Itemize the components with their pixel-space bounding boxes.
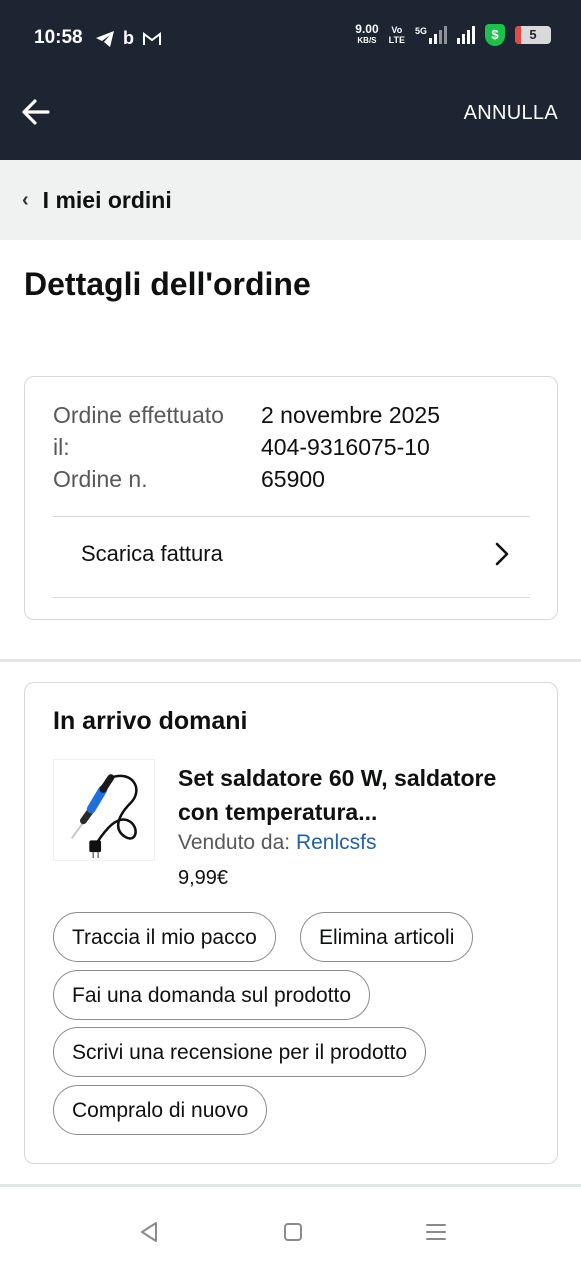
menu-lines-icon[interactable] bbox=[421, 1217, 451, 1247]
battery-icon: 5 bbox=[515, 26, 551, 44]
ask-question-button[interactable]: Fai una domanda sul prodotto bbox=[53, 970, 371, 1020]
product-image[interactable] bbox=[53, 759, 155, 861]
cancel-button[interactable]: ANNULLA bbox=[464, 102, 558, 125]
order-info-values: 2 novembre 2025 404-9316075-1065900 bbox=[261, 399, 521, 495]
delivery-status: In arrivo domani bbox=[53, 707, 248, 735]
order-number-value: 404-9316075-1065900 bbox=[261, 434, 430, 492]
product-price: 9,99€ bbox=[178, 867, 229, 889]
b-icon: b bbox=[123, 28, 134, 48]
telegram-icon bbox=[96, 30, 114, 47]
chevron-left-icon: ‹ bbox=[22, 188, 29, 211]
net-speed-value: 9.00 bbox=[355, 22, 379, 36]
order-date-value: 2 novembre 2025 bbox=[261, 402, 441, 428]
divider bbox=[53, 597, 530, 598]
download-invoice-row[interactable]: Scarica fattura bbox=[53, 517, 530, 597]
back-triangle-icon[interactable] bbox=[134, 1217, 164, 1247]
track-package-button[interactable]: Traccia il mio pacco bbox=[53, 912, 276, 962]
seller-info: Venduto da: Renlcsfs bbox=[178, 831, 376, 855]
status-bar: 10:58 b 9.00 KB/S Vo LTE 5G $ 5 bbox=[0, 0, 581, 76]
breadcrumb[interactable]: ‹ I miei ordini bbox=[0, 160, 581, 240]
volte-indicator: Vo LTE bbox=[389, 25, 405, 45]
download-invoice-label: Scarica fattura bbox=[81, 541, 223, 566]
breadcrumb-label: I miei ordini bbox=[42, 186, 172, 213]
signal-icon bbox=[457, 26, 475, 44]
status-time: 10:58 bbox=[34, 27, 83, 48]
volte-bottom: LTE bbox=[388, 35, 405, 45]
home-square-icon[interactable] bbox=[278, 1217, 308, 1247]
order-info-card: Ordine effettuato il: Ordine n. 2 novemb… bbox=[24, 376, 558, 620]
notification-icons: b bbox=[95, 28, 162, 49]
order-date-label: Ordine effettuato il: bbox=[53, 402, 224, 460]
product-title[interactable]: Set saldatore 60 W, saldatore con temper… bbox=[178, 761, 538, 829]
network-type: 5G bbox=[414, 26, 427, 36]
order-info-labels: Ordine effettuato il: Ordine n. bbox=[53, 399, 233, 495]
top-bar: 10:58 b 9.00 KB/S Vo LTE 5G $ 5 ANNULLA bbox=[0, 0, 581, 160]
volte-top: Vo bbox=[391, 25, 403, 35]
page-title: Dettagli dell'ordine bbox=[24, 266, 311, 302]
seller-prefix: Venduto da: bbox=[178, 831, 291, 854]
system-indicators: 9.00 KB/S Vo LTE 5G $ 5 bbox=[355, 22, 551, 46]
gmail-icon bbox=[143, 31, 161, 45]
system-nav-bar bbox=[0, 1187, 581, 1280]
order-number-label: Ordine n. bbox=[53, 466, 148, 492]
shipment-card: In arrivo domani Set saldatore 60 W, sal… bbox=[24, 682, 558, 1164]
buy-again-button[interactable]: Compralo di nuovo bbox=[53, 1085, 268, 1135]
seller-link[interactable]: Renlcsfs bbox=[296, 831, 377, 854]
chevron-right-icon bbox=[495, 542, 509, 566]
arrow-left-icon[interactable] bbox=[20, 96, 52, 128]
section-divider bbox=[0, 659, 581, 662]
battery-level: 5 bbox=[529, 27, 537, 42]
shield-dollar-icon: $ bbox=[485, 24, 505, 46]
remove-items-button[interactable]: Elimina articoli bbox=[300, 912, 474, 962]
write-review-button[interactable]: Scrivi una recensione per il prodotto bbox=[53, 1027, 427, 1077]
net-speed-unit: KB/S bbox=[357, 36, 377, 45]
net-speed: 9.00 KB/S bbox=[355, 22, 379, 46]
signal-5g-icon: 5G bbox=[415, 26, 447, 44]
